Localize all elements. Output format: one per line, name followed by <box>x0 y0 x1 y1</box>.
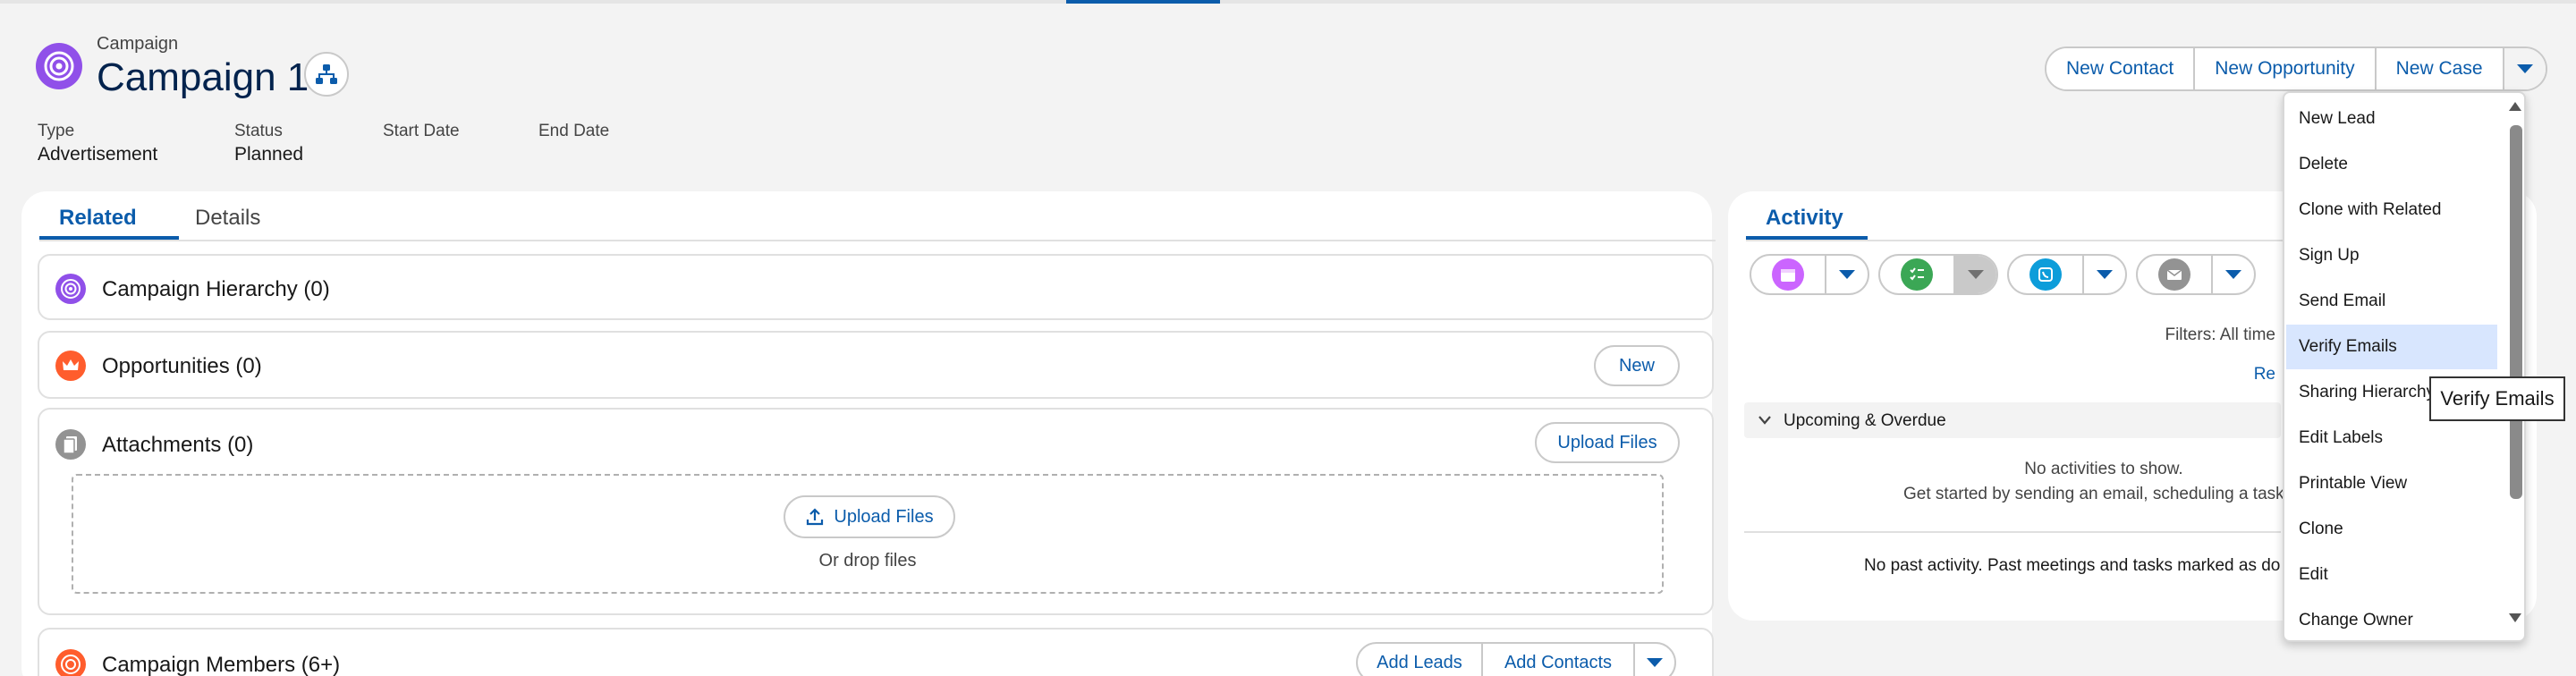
field-label-start-date: Start Date <box>383 122 460 140</box>
no-past-activity-text: No past activity. Past meetings and task… <box>1864 556 2281 575</box>
new-task-group <box>1878 254 1998 295</box>
hierarchy-icon <box>316 64 337 84</box>
field-label-status: Status <box>234 122 283 140</box>
upcoming-overdue-header[interactable]: Upcoming & Overdue <box>1744 402 2281 438</box>
activity-divider <box>1744 531 2281 533</box>
field-label-end-date: End Date <box>538 122 610 140</box>
call-more-button[interactable] <box>2084 256 2125 293</box>
phone-icon <box>2029 258 2062 291</box>
chevron-down-icon <box>1839 270 1855 279</box>
more-actions-button[interactable] <box>2504 48 2546 89</box>
field-label-type: Type <box>38 122 75 140</box>
top-progress-bar <box>0 0 2576 4</box>
log-call-group <box>2007 254 2127 295</box>
members-more-button[interactable] <box>1635 644 1674 676</box>
campaign-members-section: Campaign Members (6+) Add Leads Add Cont… <box>38 628 1714 676</box>
header-action-group: New Contact New Opportunity New Case <box>2045 46 2547 91</box>
campaign-icon <box>36 43 82 89</box>
attachments-section: Attachments (0) Upload Files Upload File… <box>38 408 1714 615</box>
section-title[interactable]: Attachments (0) <box>102 433 253 458</box>
email-button[interactable] <box>2138 256 2213 293</box>
tab-details[interactable]: Details <box>195 206 260 231</box>
email-group <box>2136 254 2256 295</box>
tab-related[interactable]: Related <box>59 206 137 231</box>
new-event-button[interactable] <box>1751 256 1826 293</box>
menu-item-clone-with-related[interactable]: Clone with Related <box>2286 188 2497 232</box>
more-actions-menu: New Lead Delete Clone with Related Sign … <box>2283 91 2526 642</box>
tooltip: Verify Emails <box>2429 376 2565 421</box>
file-icon <box>55 429 86 460</box>
chevron-down-icon <box>2097 270 2113 279</box>
tab-divider <box>39 240 1716 241</box>
menu-scrollbar[interactable] <box>2504 93 2524 640</box>
related-card: Related Details Campaign Hierarchy (0) O… <box>21 191 1716 676</box>
new-contact-button[interactable]: New Contact <box>2046 48 2196 89</box>
section-title[interactable]: Opportunities (0) <box>102 354 262 379</box>
campaign-hierarchy-section: Campaign Hierarchy (0) <box>38 254 1714 320</box>
menu-item-verify-emails[interactable]: Verify Emails <box>2286 325 2497 369</box>
chevron-down-icon <box>1968 270 1984 279</box>
menu-item-send-email[interactable]: Send Email <box>2286 279 2497 324</box>
dropzone-upload-button[interactable]: Upload Files <box>784 495 955 538</box>
page-title: Campaign 1 <box>97 55 309 99</box>
upload-icon <box>807 508 824 526</box>
menu-item-clone[interactable]: Clone <box>2286 507 2497 552</box>
task-list-icon <box>1901 258 1933 291</box>
file-dropzone[interactable]: Upload Files Or drop files <box>72 474 1664 594</box>
refresh-link[interactable]: Re <box>2207 365 2275 384</box>
new-event-group <box>1750 254 1869 295</box>
active-tab-indicator <box>1066 0 1220 4</box>
email-more-button[interactable] <box>2213 256 2254 293</box>
upload-files-label: Upload Files <box>834 506 934 527</box>
section-title[interactable]: Campaign Hierarchy (0) <box>102 277 330 302</box>
campaign-icon <box>55 274 86 304</box>
members-action-group: Add Leads Add Contacts <box>1356 642 1676 676</box>
new-task-button[interactable] <box>1880 256 1955 293</box>
view-hierarchy-button[interactable] <box>304 52 349 97</box>
field-value-type: Advertisement <box>38 144 158 165</box>
menu-item-printable-view[interactable]: Printable View <box>2286 461 2497 506</box>
section-title[interactable]: Campaign Members (6+) <box>102 653 340 676</box>
scroll-down-icon[interactable] <box>2507 612 2523 624</box>
drop-files-text: Or drop files <box>818 551 917 570</box>
chevron-down-icon <box>1647 658 1663 667</box>
event-more-button[interactable] <box>1826 256 1868 293</box>
new-opportunity-button[interactable]: New <box>1594 345 1680 386</box>
new-case-button[interactable]: New Case <box>2376 48 2504 89</box>
menu-item-new-lead[interactable]: New Lead <box>2286 97 2497 141</box>
calendar-icon <box>1772 258 1804 291</box>
menu-item-sign-up[interactable]: Sign Up <box>2286 233 2497 278</box>
log-call-button[interactable] <box>2009 256 2084 293</box>
upcoming-overdue-label: Upcoming & Overdue <box>1784 411 1946 430</box>
add-contacts-button[interactable]: Add Contacts <box>1483 644 1635 676</box>
campaign-members-icon <box>55 649 86 676</box>
opportunities-section: Opportunities (0) New <box>38 331 1714 399</box>
upload-files-button[interactable]: Upload Files <box>1535 422 1680 463</box>
chevron-down-icon <box>2225 270 2241 279</box>
scroll-up-icon[interactable] <box>2507 100 2523 113</box>
tab-activity[interactable]: Activity <box>1766 206 1843 231</box>
crown-icon <box>55 351 86 381</box>
new-opportunity-button[interactable]: New Opportunity <box>2195 48 2377 89</box>
add-leads-button[interactable]: Add Leads <box>1358 644 1483 676</box>
get-started-text: Get started by sending an email, schedul… <box>1903 485 2283 503</box>
menu-item-change-owner[interactable]: Change Owner <box>2286 598 2497 640</box>
menu-item-delete[interactable]: Delete <box>2286 142 2497 187</box>
tab-divider <box>1746 240 2283 241</box>
menu-item-edit[interactable]: Edit <box>2286 553 2497 597</box>
chevron-down-icon <box>2516 64 2533 73</box>
activity-filters-text[interactable]: Filters: All time <box>1993 325 2275 345</box>
object-label: Campaign <box>97 34 179 54</box>
task-more-button[interactable] <box>1955 256 1996 293</box>
menu-item-edit-labels[interactable]: Edit Labels <box>2286 416 2497 461</box>
field-value-status: Planned <box>234 144 304 165</box>
chevron-down-icon <box>1758 416 1771 425</box>
email-icon <box>2158 258 2190 291</box>
scrollbar-thumb[interactable] <box>2510 125 2522 499</box>
